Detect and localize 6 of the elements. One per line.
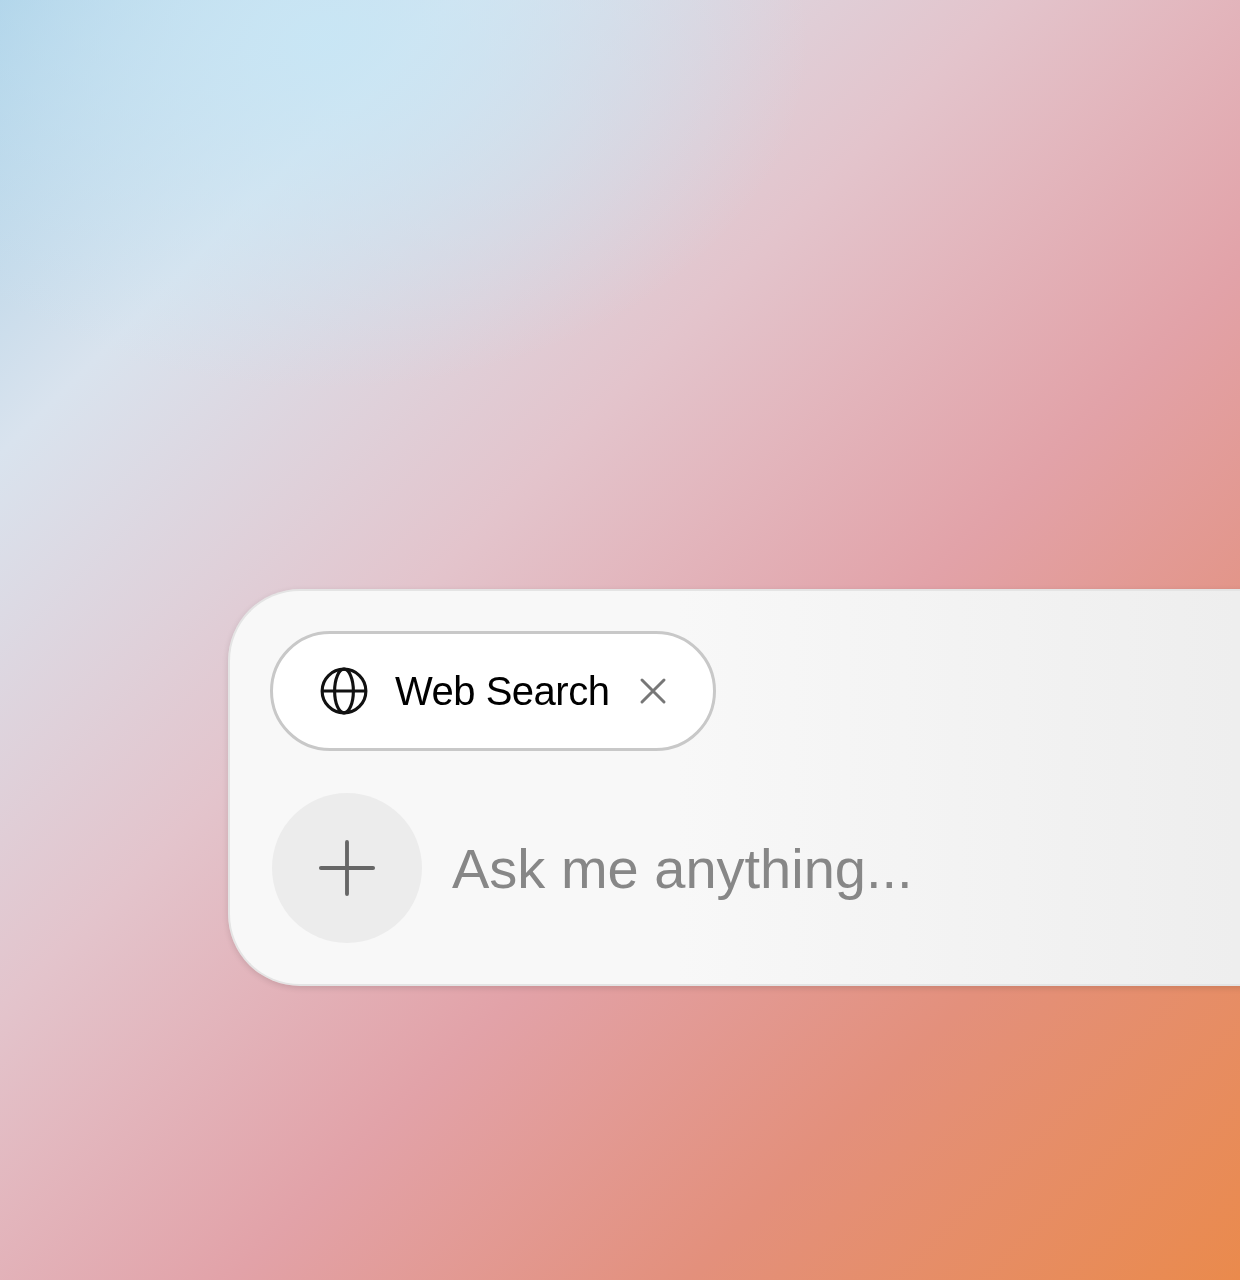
globe-icon — [319, 666, 369, 716]
plus-icon — [318, 839, 376, 897]
close-icon[interactable] — [639, 677, 668, 705]
message-input[interactable]: Ask me anything... — [452, 835, 1092, 901]
chip-label: Web Search — [395, 668, 610, 714]
web-search-chip[interactable]: Web Search — [270, 631, 717, 751]
